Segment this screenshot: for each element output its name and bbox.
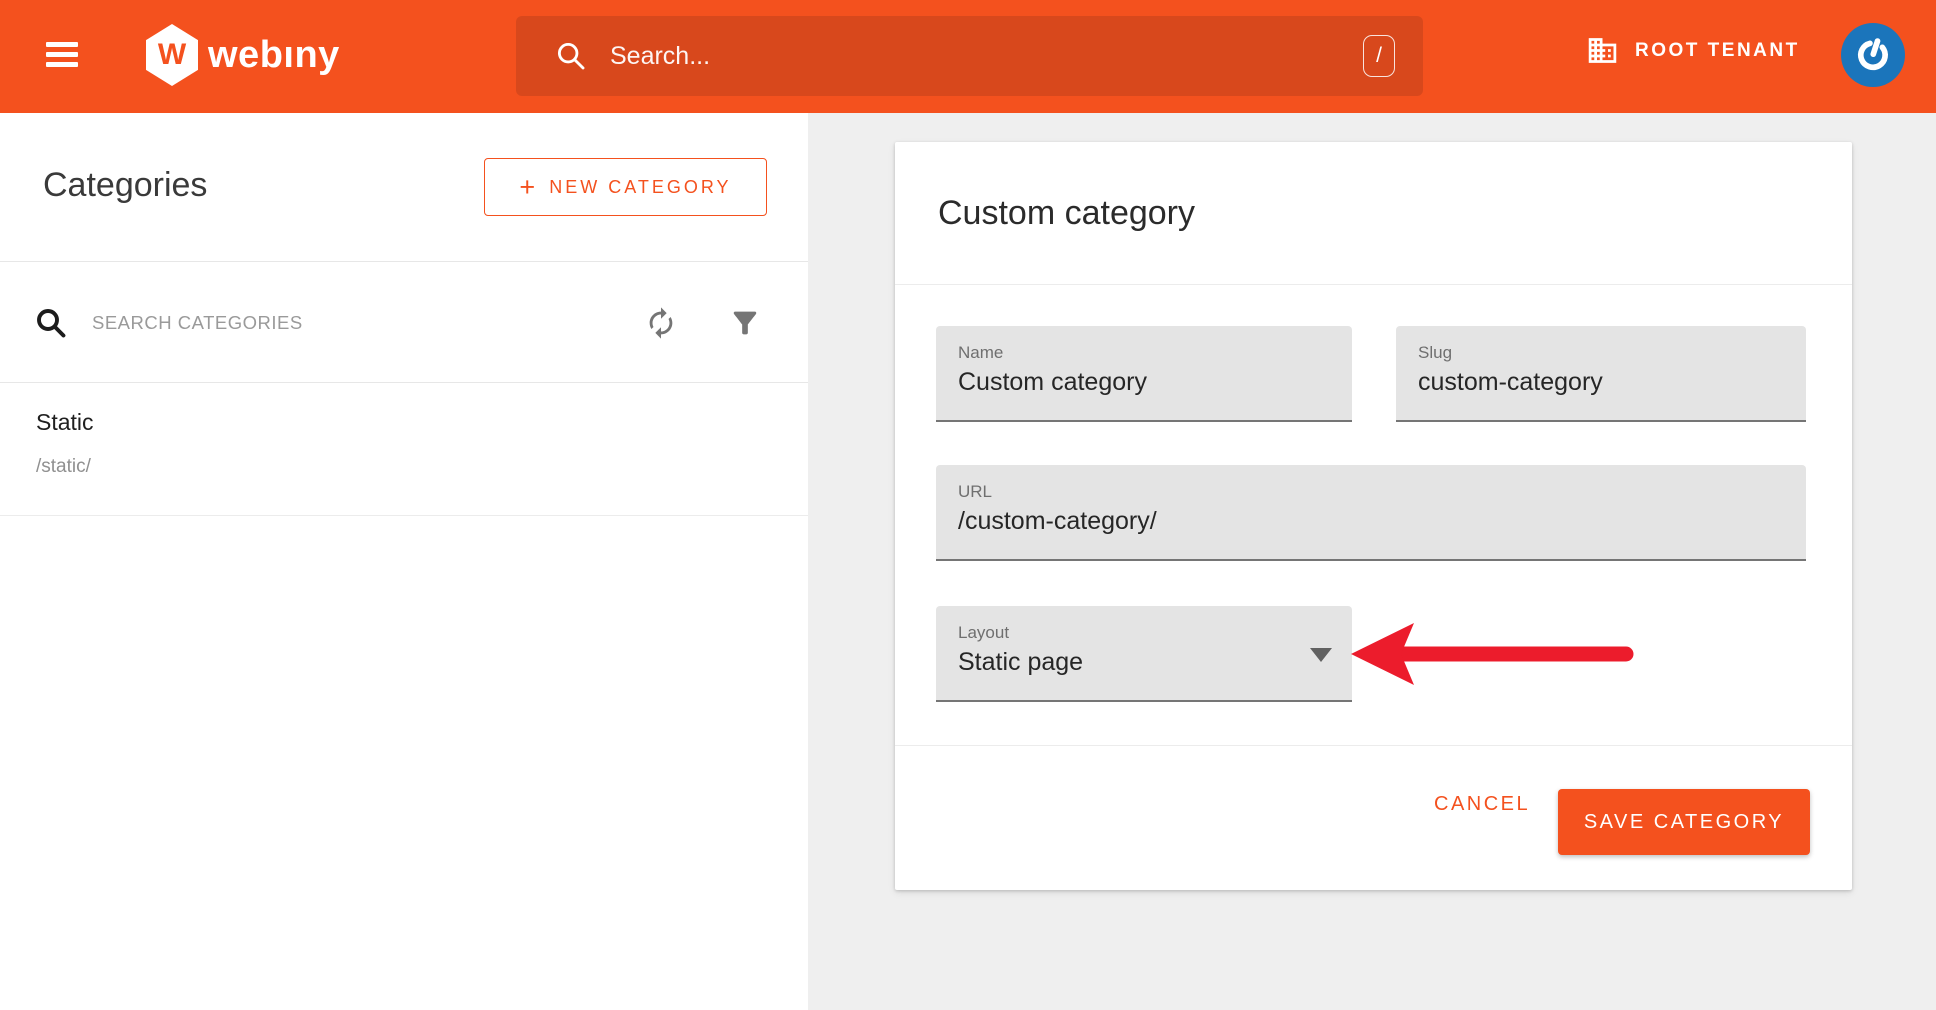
plus-icon: + [519,174,535,201]
category-list-item[interactable]: Static /static/ [0,383,808,516]
name-field[interactable]: Name [936,326,1352,422]
global-search-input[interactable] [610,42,1363,71]
url-field[interactable]: URL [936,465,1806,561]
tenant-label: ROOT TENANT [1635,40,1800,62]
webiny-wordmark: webıny [208,34,340,77]
page-title: Categories [43,166,207,205]
slug-field[interactable]: Slug [1396,326,1806,422]
filter-icon[interactable] [728,306,762,340]
form-title: Custom category [938,194,1195,233]
name-field-label: Name [958,343,1003,363]
hamburger-menu-icon[interactable] [46,42,78,68]
app-root: W webıny / ROOT TENANT [0,0,1936,1010]
new-category-button[interactable]: + NEW CATEGORY [484,158,767,216]
layout-selected-value: Static page [958,648,1330,677]
url-input[interactable] [958,507,1784,536]
webiny-logo-letter: W [158,40,186,70]
categories-search-row [0,263,808,383]
name-input[interactable] [958,368,1330,397]
global-search-bar[interactable]: / [516,16,1423,96]
search-icon [554,39,588,73]
chevron-down-icon [1310,648,1332,662]
slug-field-label: Slug [1418,343,1452,363]
building-icon [1586,34,1619,67]
slash-shortcut-key: / [1363,35,1395,77]
search-icon [33,305,69,341]
layout-select[interactable]: Layout Static page [936,606,1352,702]
categories-header: Categories + NEW CATEGORY [0,113,808,262]
categories-search-input[interactable] [92,312,644,334]
webiny-logo: W webıny [146,24,340,86]
webiny-hexagon-icon: W [146,24,198,86]
category-form-card: Custom category Name Slug URL Layout Sta… [895,142,1852,890]
url-field-label: URL [958,482,992,502]
top-app-bar: W webıny / ROOT TENANT [0,0,1936,113]
slug-input[interactable] [1418,368,1784,397]
power-icon [1848,30,1898,80]
form-footer: CANCEL SAVE CATEGORY [895,745,1852,890]
save-category-button[interactable]: SAVE CATEGORY [1558,789,1810,855]
refresh-icon[interactable] [644,306,678,340]
category-item-title: Static [36,409,94,436]
form-header: Custom category [895,142,1852,285]
tenant-selector[interactable]: ROOT TENANT [1586,34,1800,67]
user-avatar[interactable] [1841,23,1905,87]
category-item-url: /static/ [36,456,91,478]
categories-list-panel: Categories + NEW CATEGORY Static /static… [0,113,808,1010]
layout-field-label: Layout [958,623,1009,643]
cancel-button[interactable]: CANCEL [1434,793,1530,816]
